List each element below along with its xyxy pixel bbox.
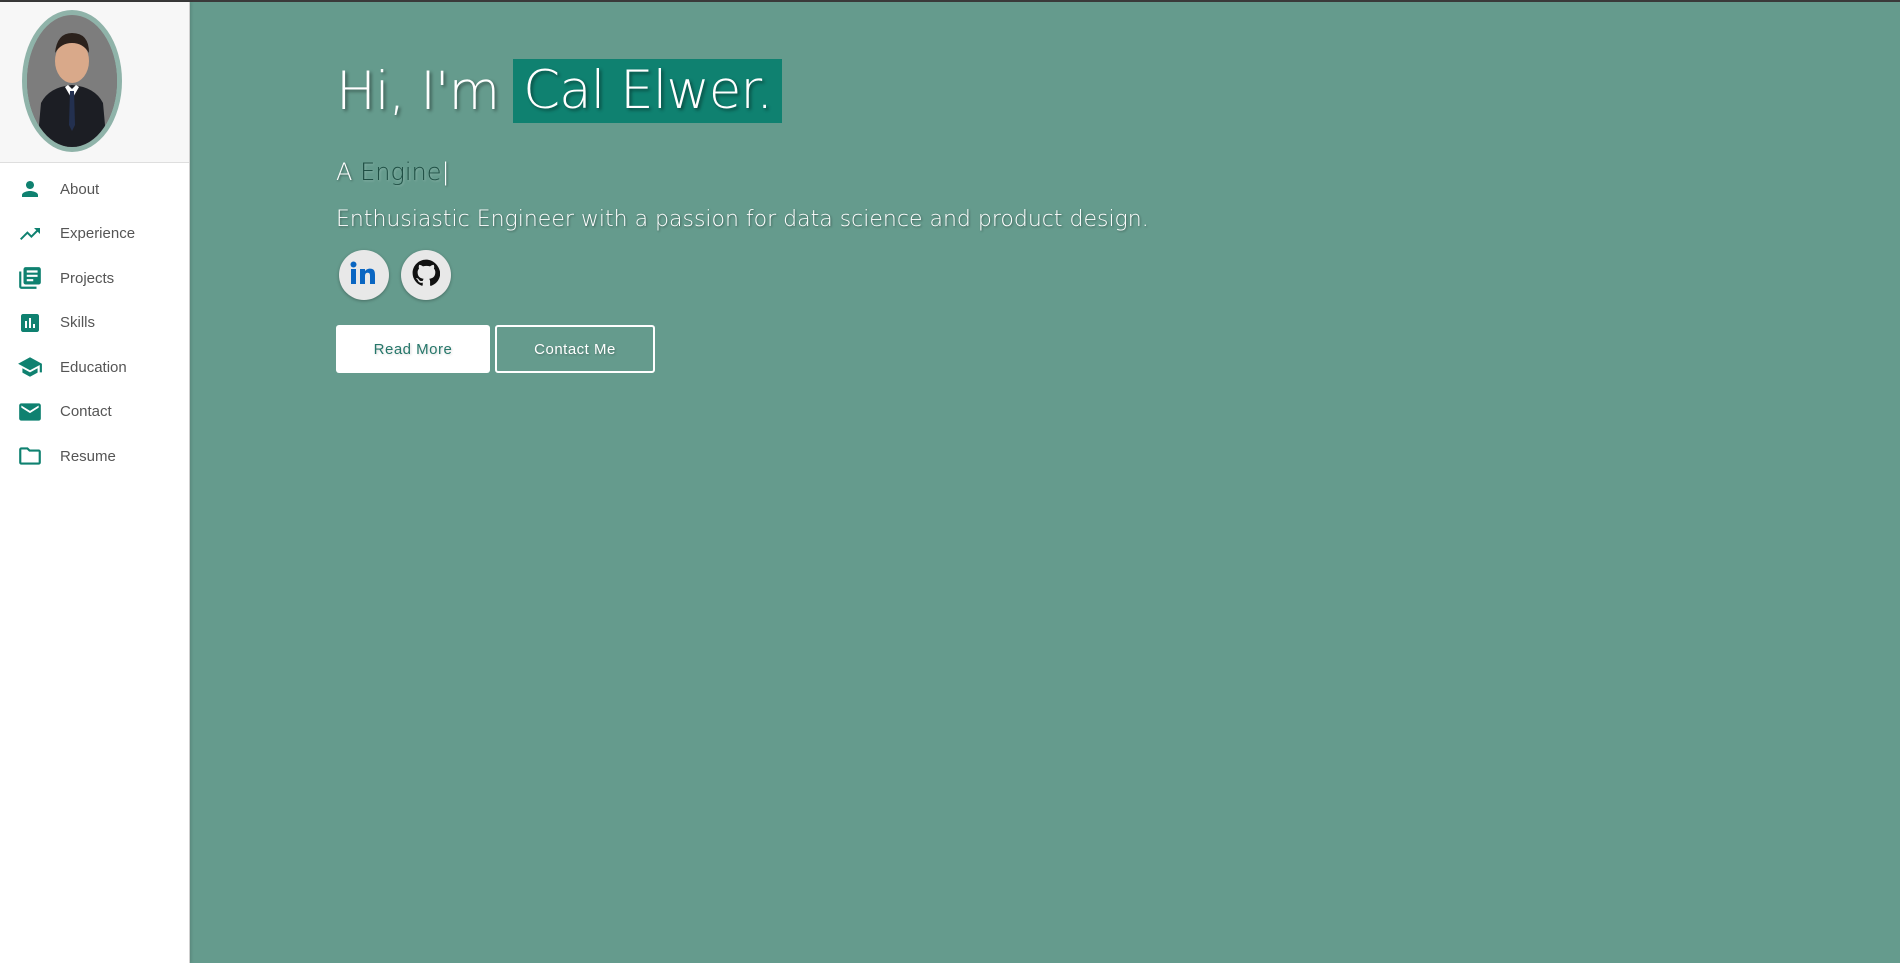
sidebar-item-about[interactable]: About bbox=[0, 167, 189, 212]
sidebar: About Experience Projects Skills Educati… bbox=[0, 2, 190, 963]
bar-chart-icon bbox=[16, 309, 44, 337]
library-books-icon bbox=[16, 264, 44, 292]
sidebar-item-projects[interactable]: Projects bbox=[0, 256, 189, 301]
sidebar-item-label: Contact bbox=[60, 403, 112, 421]
sidebar-item-label: About bbox=[60, 180, 100, 198]
sidebar-item-contact[interactable]: Contact bbox=[0, 390, 189, 435]
folder-icon bbox=[16, 442, 44, 470]
sidebar-item-label: Skills bbox=[60, 314, 96, 332]
greeting-prefix: Hi, I'm bbox=[336, 60, 500, 122]
linkedin-icon bbox=[349, 260, 379, 291]
main-content: Hi, I'm Cal Elwer. A Engine| Enthusiasti… bbox=[190, 2, 1900, 963]
greeting-heading: Hi, I'm Cal Elwer. bbox=[336, 58, 1149, 124]
hero-actions: Read More Contact Me bbox=[336, 325, 1149, 373]
person-icon bbox=[16, 175, 44, 203]
sidebar-item-label: Education bbox=[60, 358, 127, 376]
name-highlight: Cal Elwer. bbox=[513, 59, 783, 123]
school-icon bbox=[16, 353, 44, 381]
sidebar-item-label: Projects bbox=[60, 269, 115, 287]
sidebar-item-resume[interactable]: Resume bbox=[0, 434, 189, 479]
avatar bbox=[22, 10, 122, 152]
typing-cursor: | bbox=[441, 158, 450, 186]
hero-section: Hi, I'm Cal Elwer. A Engine| Enthusiasti… bbox=[336, 58, 1149, 373]
sidebar-item-label: Experience bbox=[60, 225, 136, 243]
mail-icon bbox=[16, 398, 44, 426]
social-links bbox=[339, 250, 1149, 300]
sidebar-header bbox=[0, 2, 189, 163]
sidebar-item-label: Resume bbox=[60, 447, 116, 465]
sidebar-item-education[interactable]: Education bbox=[0, 345, 189, 390]
linkedin-button[interactable] bbox=[339, 250, 389, 300]
tagline-role: Engine bbox=[360, 158, 442, 186]
trending-up-icon bbox=[16, 220, 44, 248]
tagline: A Engine| bbox=[336, 158, 1149, 186]
contact-me-button[interactable]: Contact Me bbox=[495, 325, 655, 373]
sidebar-nav: About Experience Projects Skills Educati… bbox=[0, 163, 189, 479]
sidebar-item-skills[interactable]: Skills bbox=[0, 301, 189, 346]
read-more-button[interactable]: Read More bbox=[336, 325, 490, 373]
sidebar-item-experience[interactable]: Experience bbox=[0, 212, 189, 257]
avatar-photo bbox=[27, 15, 117, 147]
github-button[interactable] bbox=[401, 250, 451, 300]
github-icon bbox=[412, 259, 441, 292]
tagline-prefix: A bbox=[336, 158, 353, 186]
bio-text: Enthusiastic Engineer with a passion for… bbox=[336, 207, 1149, 232]
